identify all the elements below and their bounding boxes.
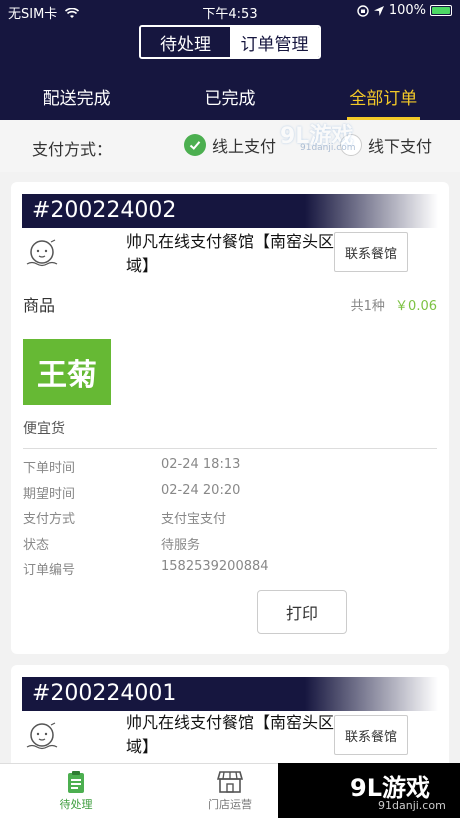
status-right: 100% bbox=[357, 3, 452, 18]
detail-expected-time: 期望时间 02-24 20:20 bbox=[23, 483, 241, 502]
goods-name: 便宜货 bbox=[23, 421, 65, 437]
payment-online-option[interactable]: 线上支付 bbox=[184, 133, 276, 157]
rotation-lock-icon bbox=[357, 4, 369, 17]
bottom-tab-pending-label: 待处理 bbox=[59, 798, 93, 811]
location-icon bbox=[373, 5, 384, 16]
watermark-bottom: 9L游戏 91danji.com bbox=[278, 763, 460, 818]
view-segment-control: 待处理 订单管理 bbox=[139, 25, 321, 59]
goods-total: ￥0.06 bbox=[395, 299, 437, 314]
watermark-url: 91danji.com bbox=[378, 799, 446, 812]
bottom-tab-store-ops-label: 门店运营 bbox=[208, 798, 252, 811]
watermark-url: 91danji.com bbox=[300, 143, 356, 153]
watermark-brand: 9L游戏 bbox=[350, 774, 430, 802]
detail-payment-method: 支付方式 支付宝支付 bbox=[23, 512, 227, 527]
order-card: #200224002 帅凡在线支付餐馆【南窑头区域】 联系餐馆 商品 共1种 ￥… bbox=[11, 182, 449, 654]
detail-order-time: 下单时间 02-24 18:13 bbox=[23, 457, 241, 476]
goods-label: 商品 bbox=[23, 296, 56, 315]
watermark-top: 9L游戏 91danji.com bbox=[280, 118, 390, 158]
check-icon bbox=[184, 134, 206, 156]
detail-order-id: 订单编号 1582539200884 bbox=[23, 559, 269, 578]
tab-all-orders[interactable]: 全部订单 bbox=[307, 72, 460, 120]
store-icon bbox=[217, 771, 243, 793]
battery-percent: 100% bbox=[388, 3, 426, 18]
shop-logo-icon bbox=[26, 239, 58, 267]
shop-name: 帅凡在线支付餐馆【南窑头区域】 bbox=[126, 232, 335, 275]
goods-summary: 共1种 ￥0.06 bbox=[351, 295, 437, 314]
order-number: #200224001 bbox=[22, 677, 438, 711]
order-status-tabs: 配送完成 已完成 全部订单 bbox=[0, 72, 460, 120]
order-number: #200224002 bbox=[22, 194, 438, 228]
payment-online-label: 线上支付 bbox=[212, 137, 277, 156]
divider bbox=[23, 448, 437, 449]
bottom-tab-store-ops[interactable]: 门店运营 bbox=[190, 770, 270, 812]
status-bar: 无SIM卡 下午4:53 100% bbox=[0, 0, 460, 22]
clipboard-icon bbox=[68, 771, 84, 793]
tab-delivered[interactable]: 配送完成 bbox=[0, 72, 153, 120]
contact-shop-button[interactable]: 联系餐馆 bbox=[334, 715, 408, 755]
goods-count: 共1种 bbox=[350, 299, 385, 314]
shop-name: 帅凡在线支付餐馆【南窑头区域】 bbox=[126, 713, 335, 756]
battery-icon bbox=[430, 5, 452, 16]
shop-logo-icon bbox=[26, 722, 58, 750]
payment-filter-label: 支付方式： bbox=[32, 140, 113, 159]
bottom-tab-pending[interactable]: 待处理 bbox=[36, 770, 116, 812]
contact-shop-button[interactable]: 联系餐馆 bbox=[334, 232, 408, 272]
detail-status: 状态 待服务 bbox=[23, 538, 201, 553]
print-button[interactable]: 打印 bbox=[257, 590, 347, 634]
segment-pending[interactable]: 待处理 bbox=[141, 27, 230, 57]
segment-order-manage[interactable]: 订单管理 bbox=[230, 27, 319, 57]
top-header: 无SIM卡 下午4:53 100% 待处理 订单管理 配送完成 已完成 全部订单 bbox=[0, 0, 460, 120]
payment-filter: 支付方式： 线上支付 线下支付 bbox=[0, 120, 460, 172]
goods-image: 王菊 bbox=[23, 339, 111, 405]
tab-completed[interactable]: 已完成 bbox=[153, 72, 306, 120]
